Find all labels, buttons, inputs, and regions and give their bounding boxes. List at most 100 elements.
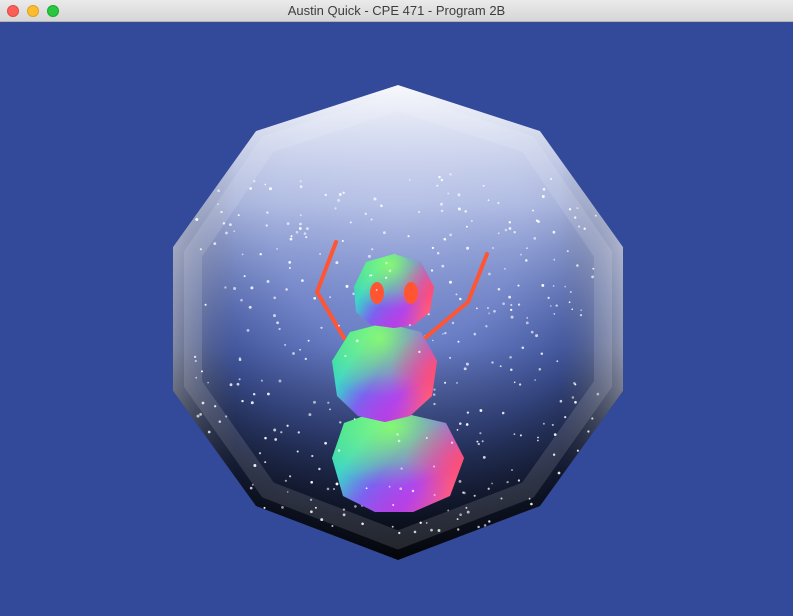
- snowflake: [534, 379, 536, 381]
- snowflake: [542, 187, 546, 191]
- snowflake: [591, 275, 594, 279]
- snowflake: [370, 274, 373, 277]
- render-canvas[interactable]: [0, 22, 793, 616]
- snowflake: [375, 289, 378, 291]
- snowflake: [237, 214, 240, 217]
- snowflake: [396, 433, 399, 436]
- snowflake: [305, 236, 308, 239]
- snowflake: [338, 193, 342, 196]
- title-bar[interactable]: Austin Quick - CPE 471 - Program 2B: [0, 0, 793, 22]
- snowflake: [491, 361, 494, 364]
- snowflake: [284, 343, 287, 346]
- snowflake: [547, 296, 550, 300]
- snowflake: [210, 521, 213, 524]
- snowflake: [408, 179, 411, 181]
- snowflake: [398, 531, 401, 535]
- snowflake: [571, 308, 574, 311]
- app-window: Austin Quick - CPE 471 - Program 2B: [0, 0, 793, 616]
- snowflake: [564, 415, 567, 419]
- snowflake: [385, 276, 388, 279]
- right-eye: [404, 282, 418, 304]
- snowflake: [488, 272, 491, 276]
- snowflake: [552, 285, 555, 287]
- snowflake: [588, 454, 592, 458]
- snowflake: [211, 523, 214, 526]
- snowflake: [298, 227, 302, 230]
- snowflake: [436, 251, 440, 255]
- snowflake: [286, 424, 289, 427]
- snowflake: [497, 202, 500, 204]
- snowflake: [449, 356, 452, 359]
- snowflake: [278, 379, 282, 383]
- snowflake: [388, 485, 391, 488]
- snowflake: [224, 286, 227, 289]
- snowflake: [208, 513, 210, 515]
- snowflake: [214, 405, 217, 408]
- snowflake: [449, 233, 453, 237]
- snowflake: [286, 491, 289, 493]
- snowflake: [241, 253, 244, 256]
- snowflake: [194, 355, 197, 358]
- snowflake: [557, 471, 561, 475]
- snowflake: [397, 439, 401, 443]
- snowflake: [367, 254, 371, 258]
- snowflake: [331, 524, 334, 528]
- snowflake: [217, 189, 220, 193]
- snowflake: [274, 438, 278, 441]
- snowflake: [425, 437, 428, 439]
- snowflake: [569, 290, 572, 294]
- snowflake: [465, 225, 468, 228]
- snowflake: [501, 411, 505, 415]
- snowflake: [276, 321, 279, 325]
- snowflake: [497, 288, 501, 291]
- snowflake: [444, 381, 447, 384]
- snowflake: [288, 261, 292, 264]
- snowflake: [290, 235, 293, 238]
- snowflake: [296, 450, 299, 453]
- snowflake: [417, 210, 421, 214]
- snowflake: [457, 207, 461, 211]
- snowflake: [513, 381, 516, 384]
- snowflake: [574, 216, 577, 219]
- snowflake: [238, 378, 241, 381]
- snowflake: [559, 399, 563, 403]
- snowflake: [239, 498, 242, 501]
- left-eye: [370, 282, 384, 304]
- snowflake: [584, 471, 587, 474]
- snowflake: [354, 505, 357, 508]
- snowflake: [530, 330, 534, 334]
- snowflake: [200, 370, 204, 373]
- snowflake: [488, 520, 491, 523]
- snowflake: [436, 184, 439, 187]
- snowflake: [576, 264, 579, 267]
- snowflake: [563, 487, 567, 491]
- snowflake: [541, 195, 545, 198]
- snowflake: [285, 288, 288, 291]
- snowflake: [306, 227, 309, 230]
- snowflake: [592, 267, 595, 270]
- snowflake: [465, 423, 469, 426]
- snowflake: [568, 301, 571, 304]
- snowflake: [440, 178, 444, 182]
- snow-globe-scene: [173, 85, 623, 560]
- snowflake: [380, 204, 383, 208]
- snowflake: [213, 242, 217, 246]
- snowflake: [509, 355, 512, 359]
- snowflake: [432, 393, 436, 396]
- snowflake: [266, 211, 269, 214]
- snowflake: [450, 441, 454, 444]
- snowflake: [594, 505, 598, 509]
- snowflake: [400, 467, 403, 470]
- snowflake: [309, 530, 313, 534]
- snowflake: [373, 197, 377, 201]
- snowflake: [408, 323, 412, 327]
- snowflake: [525, 321, 529, 325]
- snowflake: [299, 348, 301, 351]
- snowflake: [269, 187, 272, 191]
- snowflake: [278, 532, 281, 534]
- snowflake: [459, 513, 462, 516]
- snowflake: [447, 509, 450, 512]
- snowflake: [588, 466, 592, 470]
- snowflake: [525, 259, 528, 262]
- snowflake: [319, 253, 321, 255]
